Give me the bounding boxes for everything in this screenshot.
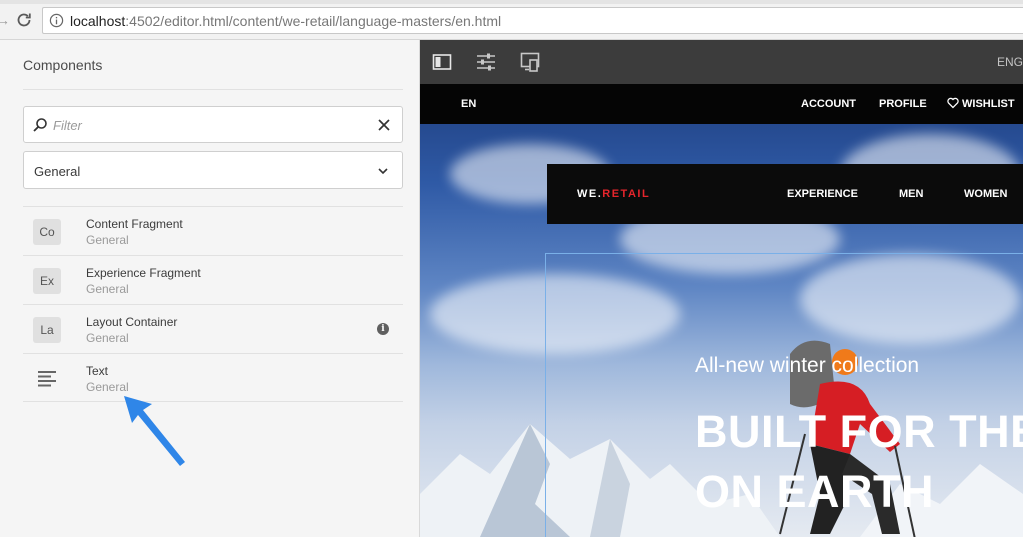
site-navbar: WE.RETAIL EXPERIENCE MEN WOMEN [547, 164, 1023, 224]
close-icon[interactable] [377, 118, 391, 132]
group-select-value: General [34, 164, 81, 179]
page-preview[interactable]: EN ACCOUNT PROFILE WISHLIST WE.RETAIL EX… [420, 84, 1023, 537]
info-icon[interactable]: i [377, 323, 389, 335]
search-icon [33, 118, 47, 132]
panel-title: Components [23, 57, 103, 73]
component-group: General [86, 233, 129, 247]
chevron-down-icon [378, 168, 388, 175]
url-text: localhost:4502/editor.html/content/we-re… [70, 13, 502, 29]
component-title: Content Fragment [86, 217, 183, 231]
nav-item-women[interactable]: WOMEN [964, 188, 1007, 200]
component-badge: La [33, 317, 61, 343]
list-item[interactable]: Text General [23, 353, 403, 402]
browser-toolbar: → localhost:4502/editor.html/content/we-… [0, 0, 1023, 40]
site-topbar: EN ACCOUNT PROFILE WISHLIST [420, 84, 1023, 124]
nav-item-men[interactable]: MEN [899, 188, 923, 200]
component-title: Layout Container [86, 315, 178, 329]
site-info-icon[interactable] [49, 13, 64, 28]
address-bar[interactable]: localhost:4502/editor.html/content/we-re… [42, 7, 1023, 34]
site-logo[interactable]: WE.RETAIL [577, 188, 650, 200]
filter-field[interactable] [23, 106, 403, 143]
component-title: Experience Fragment [86, 266, 201, 280]
heart-icon [947, 97, 959, 109]
properties-sliders-icon[interactable] [476, 52, 496, 72]
profile-link[interactable]: PROFILE [879, 98, 927, 110]
editor-toolbar: ENG [420, 40, 1023, 84]
side-panel-icon[interactable] [432, 52, 452, 72]
filter-input[interactable] [53, 116, 353, 134]
list-item[interactable]: La Layout Container General i [23, 304, 403, 353]
hero-title: BUILT FOR THE ON EARTH [695, 402, 1023, 522]
text-align-icon [38, 371, 56, 387]
component-list: Co Content Fragment General Ex Experienc… [23, 206, 403, 402]
nav-item-experience[interactable]: EXPERIENCE [787, 188, 858, 200]
account-link[interactable]: ACCOUNT [801, 98, 856, 110]
divider [23, 89, 403, 90]
back-arrow-icon[interactable]: → [0, 12, 10, 28]
emulator-icon[interactable] [520, 52, 540, 72]
group-select[interactable]: General [23, 151, 403, 189]
language-label[interactable]: ENG [997, 55, 1023, 69]
language-link[interactable]: EN [461, 98, 476, 110]
annotation-arrow-icon [124, 396, 185, 466]
list-item[interactable]: Co Content Fragment General [23, 206, 403, 255]
list-item[interactable]: Ex Experience Fragment General [23, 255, 403, 304]
components-panel: Components General Co Content Fragment G… [0, 40, 420, 537]
component-group: General [86, 282, 129, 296]
hero-title-line: BUILT FOR THE [695, 406, 1023, 457]
hero-title-line: ON EARTH [695, 466, 934, 517]
component-badge: Co [33, 219, 61, 245]
hero-kicker: All-new winter collection [695, 354, 920, 377]
wishlist-link[interactable]: WISHLIST [962, 98, 1015, 110]
component-title: Text [86, 364, 109, 378]
component-badge: Ex [33, 268, 61, 294]
component-group: General [86, 331, 129, 345]
tab-strip [0, 0, 1023, 4]
reload-icon[interactable] [14, 10, 34, 30]
